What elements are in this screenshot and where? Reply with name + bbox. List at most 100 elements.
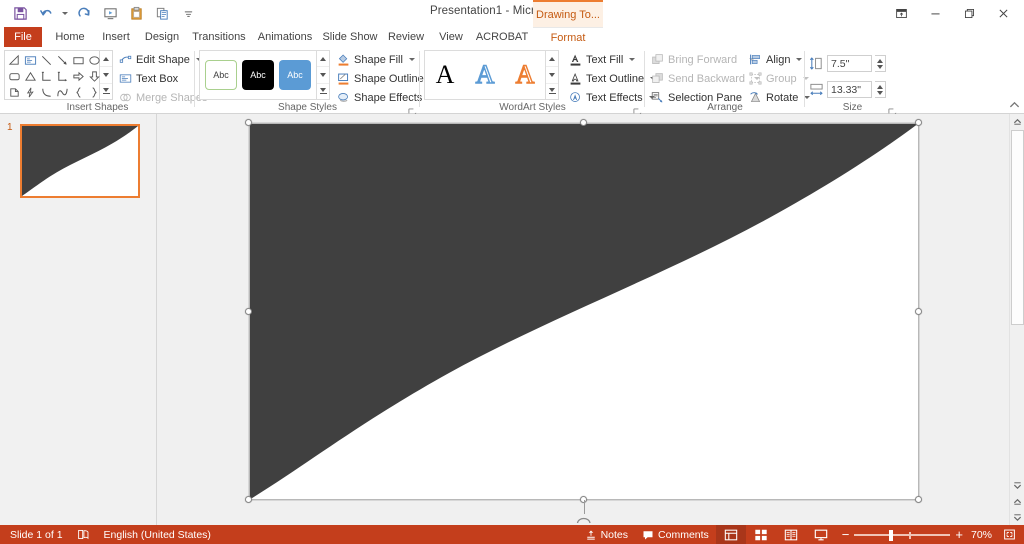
shape-fill-caret-icon[interactable] (408, 58, 415, 61)
tab-format[interactable]: Format (533, 27, 603, 47)
slide-sorter-view-button[interactable] (746, 525, 776, 544)
text-outline-button[interactable]: Text Outline (568, 70, 657, 87)
curve-icon[interactable] (54, 84, 70, 100)
shape-height-input[interactable]: 7.5" (827, 55, 872, 72)
previous-slide-icon[interactable] (1010, 494, 1024, 509)
edit-shape-button[interactable]: Edit Shape (118, 51, 202, 68)
zoom-slider-track[interactable] (854, 529, 951, 541)
wordart-preset-3[interactable]: A (515, 61, 535, 88)
align-caret-icon[interactable] (796, 58, 803, 61)
wordart-styles-gallery[interactable]: A A A (424, 50, 546, 100)
freeform-curve-shape[interactable] (249, 123, 919, 500)
group-button: Group (748, 70, 809, 87)
left-brace-icon[interactable] (70, 84, 86, 100)
rounded-rectangle-icon[interactable] (6, 68, 22, 84)
tab-slide-show[interactable]: Slide Show (319, 27, 381, 47)
tab-transitions[interactable]: Transitions (187, 27, 251, 47)
tab-insert[interactable]: Insert (95, 27, 137, 47)
wordart-styles-scrollbar[interactable] (546, 50, 559, 100)
wordart-scroll-down-icon[interactable] (546, 67, 558, 84)
slide-canvas[interactable] (249, 123, 919, 500)
shape-styles-scrollbar[interactable] (317, 50, 330, 100)
shape-styles-gallery[interactable]: Abc Abc Abc (199, 50, 317, 100)
slide-indicator[interactable]: Slide 1 of 1 (0, 525, 70, 544)
shape-height-stepper[interactable] (875, 55, 886, 72)
wordart-preset-2[interactable]: A (475, 61, 495, 88)
shapes-scroll-down-icon[interactable] (100, 67, 112, 84)
shapes-gallery-scrollbar[interactable] (100, 50, 113, 100)
close-icon[interactable] (986, 2, 1020, 26)
next-slide-icon[interactable] (1010, 510, 1024, 525)
language-indicator[interactable]: English (United States) (97, 525, 218, 544)
arc-icon[interactable] (38, 84, 54, 100)
zoom-slider-knob[interactable] (889, 529, 893, 541)
text-box-shape-icon[interactable] (22, 52, 38, 68)
shapes-gallery-more-icon[interactable] (100, 84, 112, 99)
wordart-preset-1[interactable]: A (436, 62, 455, 88)
tab-animations[interactable]: Animations (253, 27, 317, 47)
scroll-up-icon[interactable] (1010, 114, 1024, 129)
tab-design[interactable]: Design (139, 27, 185, 47)
vertical-scrollbar[interactable] (1009, 114, 1024, 525)
shape-fill-button[interactable]: Shape Fill (336, 51, 415, 68)
size-dialog-launcher[interactable] (888, 104, 897, 117)
style-preset-2-label: Abc (250, 70, 266, 80)
slide-editing-area[interactable] (157, 114, 1009, 525)
elbow-arrow-connector-icon[interactable] (54, 68, 70, 84)
shape-styles-dialog-launcher[interactable] (408, 104, 417, 117)
shape-width-stepper[interactable] (875, 81, 886, 98)
right-arrow-icon[interactable] (70, 68, 86, 84)
triangle-icon[interactable] (22, 68, 38, 84)
wordart-more-icon[interactable] (546, 84, 558, 99)
shapes-gallery[interactable] (4, 50, 100, 100)
style-preset-3[interactable]: Abc (279, 60, 311, 90)
wordart-scroll-up-icon[interactable] (546, 51, 558, 68)
rectangle-icon[interactable] (70, 52, 86, 68)
accessibility-checker-icon[interactable] (70, 525, 97, 544)
style-preset-1[interactable]: Abc (205, 60, 237, 90)
restore-icon[interactable] (952, 2, 986, 26)
ribbon-group-arrange: Bring Forward Send Backward Selection Pa… (645, 47, 811, 114)
lightning-icon[interactable] (22, 84, 38, 100)
normal-view-button[interactable] (715, 525, 746, 544)
ribbon-display-options-icon[interactable] (884, 2, 918, 26)
shapes-scroll-up-icon[interactable] (100, 51, 112, 68)
wordart-styles-dialog-launcher[interactable] (633, 104, 642, 117)
window-controls (884, 0, 1020, 27)
text-fill-caret-icon[interactable] (629, 58, 636, 61)
shape-width-input[interactable]: 13.33" (827, 81, 872, 98)
zoom-out-button[interactable]: − (842, 527, 850, 542)
zoom-in-button[interactable]: + (955, 527, 963, 542)
shape-styles-scroll-down-icon[interactable] (317, 67, 329, 84)
tab-review[interactable]: Review (383, 27, 429, 47)
scrollbar-thumb[interactable] (1011, 130, 1024, 325)
tab-file[interactable]: File (4, 27, 42, 47)
shape-styles-more-icon[interactable] (317, 84, 329, 99)
text-fill-button[interactable]: Text Fill (568, 51, 636, 68)
notes-button[interactable]: Notes (578, 525, 635, 544)
zoom-slider[interactable]: − + (836, 527, 969, 542)
collapse-ribbon-button[interactable] (1008, 99, 1020, 111)
fit-to-window-button[interactable] (996, 525, 1024, 544)
tab-view[interactable]: View (431, 27, 471, 47)
tab-acrobat[interactable]: ACROBAT (473, 27, 531, 47)
text-box-label: Text Box (136, 72, 179, 85)
slide-show-button[interactable] (806, 525, 836, 544)
line-icon[interactable] (38, 52, 54, 68)
comments-button[interactable]: Comments (635, 525, 716, 544)
style-preset-2[interactable]: Abc (242, 60, 274, 90)
text-box-button[interactable]: Text Box (118, 70, 178, 87)
slide-thumbnail-1[interactable] (20, 124, 140, 198)
pentagon-folded-icon[interactable] (6, 84, 22, 100)
group-label-shape-styles: Shape Styles (278, 102, 337, 113)
minimize-icon[interactable] (918, 2, 952, 26)
reading-view-button[interactable] (776, 525, 806, 544)
line-diagonal-icon[interactable] (6, 52, 22, 68)
line-arrow-icon[interactable] (54, 52, 70, 68)
elbow-connector-icon[interactable] (38, 68, 54, 84)
align-button[interactable]: Align (748, 51, 803, 68)
tab-home[interactable]: Home (48, 27, 92, 47)
shape-styles-scroll-up-icon[interactable] (317, 51, 329, 68)
zoom-level-label[interactable]: 70% (969, 525, 996, 544)
scroll-down-icon[interactable] (1010, 478, 1024, 493)
